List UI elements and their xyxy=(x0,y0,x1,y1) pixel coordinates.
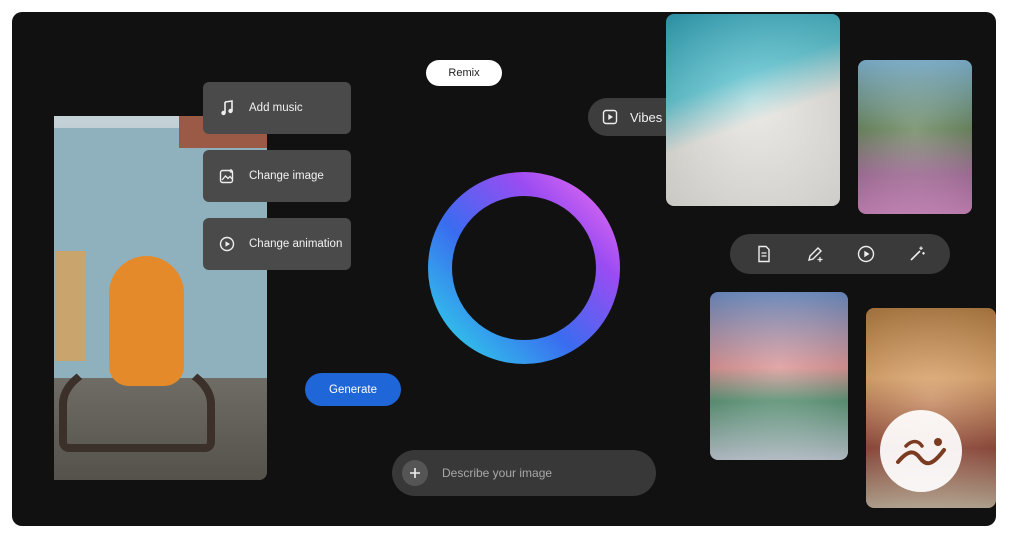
watermark-logo-icon xyxy=(880,410,962,492)
remix-button[interactable]: Remix xyxy=(426,60,502,86)
change-image-label: Change image xyxy=(249,170,324,182)
image-cat-bathrobe-pool[interactable] xyxy=(666,14,840,206)
play-square-icon xyxy=(602,109,618,125)
magic-wand-icon[interactable] xyxy=(906,243,928,265)
describe-image-input[interactable] xyxy=(440,465,634,481)
change-animation-label: Change animation xyxy=(249,238,343,250)
change-image-button[interactable]: Change image xyxy=(203,150,351,202)
pencil-sparkle-icon[interactable] xyxy=(804,243,826,265)
generate-label: Generate xyxy=(329,383,377,396)
image-moose-jumping-pool[interactable] xyxy=(858,60,972,214)
generate-button[interactable]: Generate xyxy=(305,373,401,406)
document-icon[interactable] xyxy=(753,243,775,265)
app-canvas: Add music Change image Change animation … xyxy=(12,12,996,526)
play-circle-icon[interactable] xyxy=(855,243,877,265)
prompt-bar xyxy=(392,450,656,496)
music-note-icon xyxy=(219,100,235,116)
edit-toolbar xyxy=(730,234,950,274)
image-edit-icon xyxy=(219,168,235,184)
image-van-landscape-sunset[interactable] xyxy=(710,292,848,460)
play-circle-icon xyxy=(219,236,235,252)
add-music-button[interactable]: Add music xyxy=(203,82,351,134)
generation-ring xyxy=(428,172,620,364)
plus-icon[interactable] xyxy=(402,460,428,486)
remix-label: Remix xyxy=(448,67,480,79)
add-music-label: Add music xyxy=(249,102,303,114)
vibes-label: Vibes xyxy=(630,109,663,125)
change-animation-button[interactable]: Change animation xyxy=(203,218,351,270)
